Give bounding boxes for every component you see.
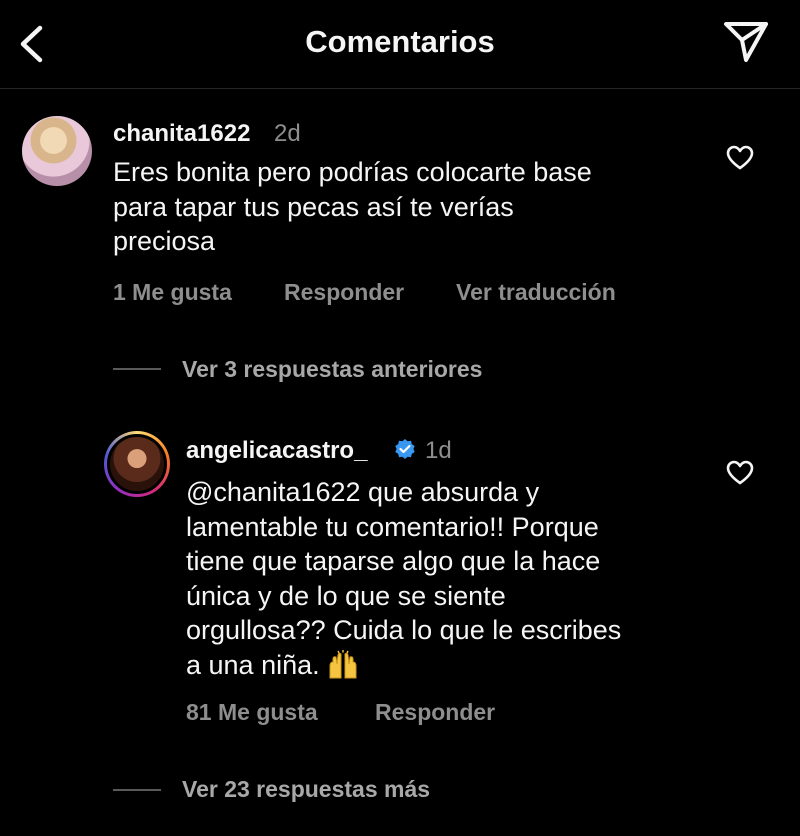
- raised-hands-icon: [329, 649, 357, 678]
- reply-button[interactable]: Responder: [375, 699, 495, 726]
- view-previous-replies[interactable]: Ver 3 respuestas anteriores: [182, 356, 482, 383]
- replies-divider: [113, 368, 161, 370]
- avatar[interactable]: [22, 116, 92, 186]
- like-button[interactable]: [726, 145, 754, 171]
- comment-text: Eres bonita pero podrías colocarte base …: [113, 155, 592, 259]
- reply-text-line-last: a una niña.: [186, 648, 621, 683]
- translate-button[interactable]: Ver traducción: [456, 279, 616, 306]
- reply-text-line: tiene que taparse algo que la hace: [186, 546, 601, 576]
- reply-username[interactable]: angelicacastro_: [186, 437, 367, 465]
- verified-badge-icon: [395, 439, 415, 459]
- reply-text: @chanita1622 que absurda y lamentable tu…: [186, 475, 621, 682]
- reply-text-line: orgullosa?? Cuida lo que le escribes: [186, 615, 622, 645]
- view-more-replies[interactable]: Ver 23 respuestas más: [182, 776, 430, 803]
- like-button[interactable]: [726, 460, 754, 486]
- avatar[interactable]: [107, 434, 167, 494]
- heart-icon: [726, 460, 754, 485]
- reply-text-line: a una niña.: [186, 649, 320, 680]
- comment-text-line: para tapar tus pecas así te verías: [113, 191, 514, 222]
- reply-text-line: @chanita1622 que absurda y: [186, 477, 540, 507]
- header: Comentarios: [0, 0, 800, 89]
- share-button[interactable]: [722, 20, 770, 64]
- comment-text-line: preciosa: [113, 226, 216, 256]
- reply-time: 1d: [425, 437, 452, 464]
- reply-text-line: lamentable tu comentario!! Porque: [186, 511, 599, 542]
- replies-divider: [113, 789, 161, 791]
- comment-time: 2d: [274, 120, 301, 147]
- heart-icon: [726, 145, 754, 170]
- reply-button[interactable]: Responder: [284, 279, 404, 306]
- likes-count[interactable]: 1 Me gusta: [113, 279, 232, 306]
- page-title: Comentarios: [305, 24, 495, 59]
- likes-count[interactable]: 81 Me gusta: [186, 699, 318, 726]
- comment-username[interactable]: chanita1622: [113, 120, 250, 148]
- reply-text-line: única y de lo que se siente: [186, 580, 506, 611]
- paper-plane-icon: [724, 22, 768, 62]
- comment-text-line: Eres bonita pero podrías colocarte base: [113, 157, 592, 187]
